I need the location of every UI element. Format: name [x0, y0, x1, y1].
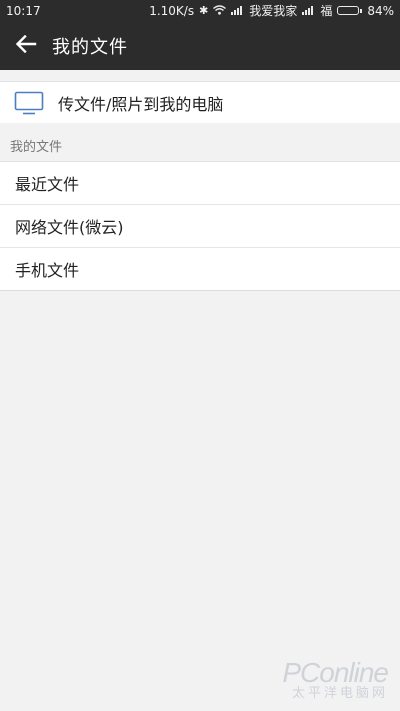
- list-item-recent-files[interactable]: 最近文件: [0, 162, 400, 205]
- battery-percent: 84%: [367, 3, 394, 18]
- carrier-label: 我爱我家: [249, 4, 298, 18]
- list-item-cloud-files[interactable]: 网络文件(微云): [0, 205, 400, 248]
- arrow-left-icon: [15, 34, 37, 57]
- section-header: 我的文件: [10, 140, 63, 155]
- toolbar: 我的文件: [0, 21, 400, 70]
- file-list: 最近文件 网络文件(微云) 手机文件: [0, 161, 400, 291]
- watermark: PConline 太平洋电脑网: [282, 657, 389, 701]
- upload-label: 传文件/照片到我的电脑: [58, 94, 224, 114]
- wifi-icon: [213, 4, 227, 18]
- status-bar: 10:17 1.10K/s ✱ 我爱我家 福 84%: [0, 0, 400, 21]
- page-title: 我的文件: [52, 36, 128, 58]
- watermark-subtitle: 太平洋电脑网: [291, 686, 388, 701]
- sim2-label: 福: [320, 4, 333, 18]
- signal-icon: [231, 6, 244, 15]
- signal-icon-2: [302, 6, 315, 15]
- monitor-icon: [14, 91, 44, 115]
- upload-to-computer-row[interactable]: 传文件/照片到我的电脑: [0, 81, 400, 123]
- status-time: 10:17: [6, 3, 41, 18]
- list-item-phone-files[interactable]: 手机文件: [0, 248, 400, 291]
- battery-icon: [337, 6, 363, 15]
- back-button[interactable]: [0, 21, 52, 70]
- status-right: 1.10K/s ✱ 我爱我家 福 84%: [149, 2, 394, 19]
- watermark-logo: PConline: [282, 657, 389, 688]
- network-speed: 1.10K/s: [149, 3, 195, 18]
- bluetooth-icon: ✱: [199, 4, 209, 17]
